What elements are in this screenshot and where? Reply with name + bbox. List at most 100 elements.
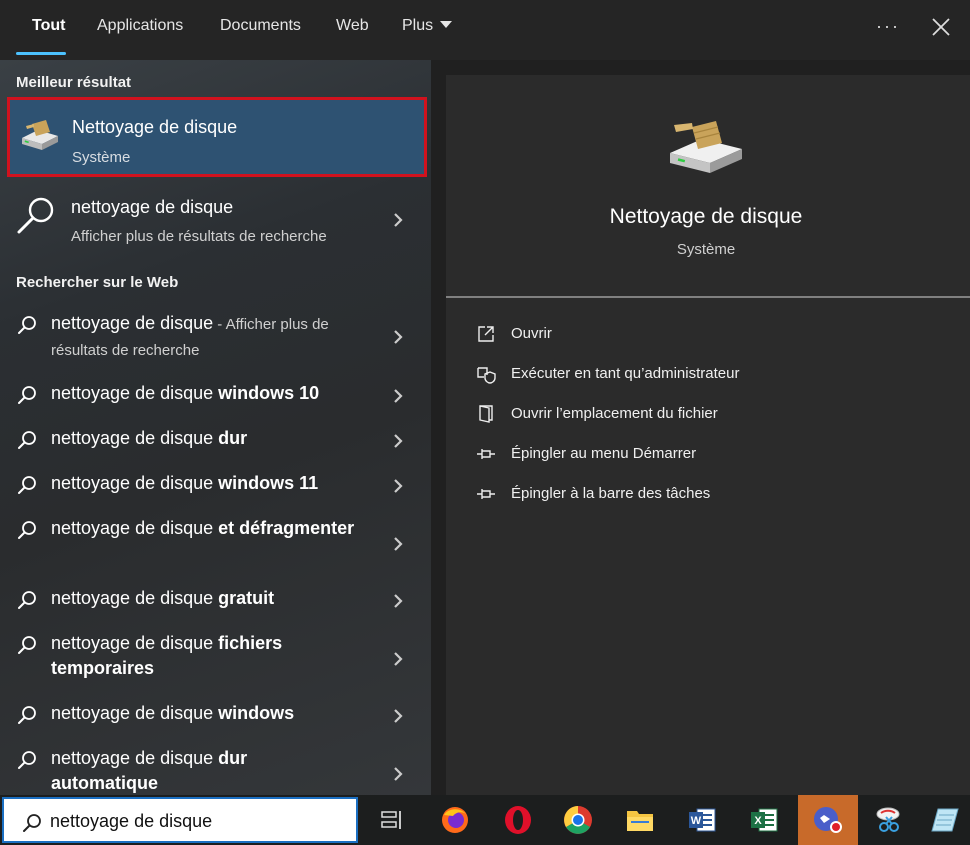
search-icon [18,706,36,724]
word-button[interactable]: W [674,795,730,845]
tab-all[interactable]: Tout [32,17,65,35]
web-result-bold: gratuit [218,588,275,608]
snipping-tool-button[interactable] [862,795,918,845]
file-explorer-button[interactable] [612,795,668,845]
best-match-heading: Meilleur résultat [16,74,132,91]
screen-recorder-icon [814,807,842,833]
folder-icon [479,405,493,423]
open-action[interactable]: Ouvrir [474,319,914,349]
open-file-location-action[interactable]: Ouvrir l’emplacement du fichier [474,399,914,429]
search-input[interactable] [50,807,346,835]
firefox-button[interactable] [427,795,483,845]
excel-button[interactable]: X [736,795,792,845]
open-label: Ouvrir [511,325,552,342]
chevron-right-icon [394,709,403,723]
search-icon [18,636,36,654]
search-suggestion-item[interactable]: nettoyage de disque Afficher plus de rés… [0,182,431,257]
chrome-icon [564,806,592,834]
chevron-right-icon [394,652,403,666]
web-result-item[interactable]: nettoyage de disque windows 10 [0,378,431,418]
taskbar: W X [0,795,970,845]
shield-icon [477,367,496,384]
web-result-bold: windows 10 [218,383,320,403]
web-result-item[interactable]: nettoyage de disque dur automatique [0,743,431,795]
firefox-icon [442,807,468,833]
web-result-prefix: nettoyage de disque [51,633,219,653]
pin-to-taskbar-label: Épingler à la barre des tâches [511,485,711,502]
screen-recorder-button[interactable] [798,795,858,845]
web-result-item[interactable]: nettoyage de disque windows 11 [0,468,431,508]
chevron-right-icon [394,594,403,608]
task-view-icon [381,811,401,829]
web-result-text: nettoyage de disque et défragmenter [51,516,371,541]
web-result-item[interactable]: nettoyage de disque gratuit [0,583,431,623]
search-icon [18,476,36,494]
web-result-prefix: nettoyage de disque [51,703,219,723]
disk-cleanup-icon [22,120,58,150]
svg-text:X: X [754,815,762,827]
notepad-icon [931,808,959,832]
tab-web[interactable]: Web [336,17,369,35]
web-result-text: nettoyage de disque dur [51,426,371,451]
web-result-prefix: nettoyage de disque [51,588,219,608]
search-icon [17,197,54,234]
chevron-right-icon [394,389,403,403]
active-tab-indicator [16,52,66,55]
tab-more[interactable]: Plus [402,17,453,35]
web-result-text: nettoyage de disque - Afficher plus de r… [51,311,371,363]
search-icon [18,431,36,449]
more-options-button[interactable]: ··· [876,16,900,37]
open-file-location-label: Ouvrir l’emplacement du fichier [511,405,718,422]
web-result-item[interactable]: nettoyage de disque dur [0,423,431,463]
web-result-prefix: nettoyage de disque [51,383,219,403]
search-icon [18,316,36,334]
pin-to-start-label: Épingler au menu Démarrer [511,445,697,462]
opera-button[interactable] [490,795,546,845]
pin-to-taskbar-action[interactable]: Épingler à la barre des tâches [474,479,914,509]
details-pane: Nettoyage de disque Système Ouvrir Exécu… [446,75,970,795]
chevron-right-icon [394,767,403,781]
suggestion-subtitle: Afficher plus de résultats de recherche [71,228,327,245]
web-result-item[interactable]: nettoyage de disque fichiers temporaires [0,628,431,690]
best-match-title: Nettoyage de disque [72,117,238,137]
run-as-admin-action[interactable]: Exécuter en tant qu’administrateur [474,359,914,389]
caret-down-icon [440,21,453,28]
suggestion-title: nettoyage de disque [71,197,234,217]
search-icon [18,751,36,769]
disk-cleanup-icon [670,121,742,173]
chevron-right-icon [394,213,403,227]
search-scope-tabs: Tout Applications Documents Web Plus ··· [0,0,970,60]
chevron-right-icon [394,479,403,493]
tab-applications[interactable]: Applications [97,17,183,35]
web-result-prefix: nettoyage de disque [51,748,219,768]
task-view-button[interactable] [364,795,420,845]
web-result-prefix: nettoyage de disque [51,518,219,538]
web-result-text: nettoyage de disque fichiers temporaires [51,631,341,681]
tab-documents[interactable]: Documents [220,17,301,35]
web-result-item[interactable]: nettoyage de disque et défragmenter [0,513,431,575]
web-result-bold: dur [218,428,248,448]
pin-icon [477,449,495,459]
pin-to-start-action[interactable]: Épingler au menu Démarrer [474,439,914,469]
chrome-button[interactable] [550,795,606,845]
web-search-heading: Rechercher sur le Web [16,274,179,291]
details-title: Nettoyage de disque [609,205,803,228]
web-result-item[interactable]: nettoyage de disque windows [0,698,431,738]
word-icon: W [689,808,716,832]
close-icon[interactable] [928,14,954,40]
search-icon [23,814,41,832]
chevron-right-icon [394,434,403,448]
web-result-item[interactable]: nettoyage de disque - Afficher plus de r… [0,305,431,367]
best-match-item[interactable]: Nettoyage de disque Système [7,97,427,177]
open-icon [478,326,494,342]
web-result-prefix: nettoyage de disque [51,473,219,493]
taskbar-search-box[interactable] [2,797,358,843]
tab-more-label: Plus [402,17,434,34]
web-result-query: nettoyage de disque [51,313,214,333]
web-result-prefix: nettoyage de disque [51,428,219,448]
notepad-button[interactable] [920,795,970,845]
web-result-bold: et défragmenter [218,518,355,538]
chevron-right-icon [394,537,403,551]
results-pane: Meilleur résultat Nettoyage de disque Sy… [0,60,431,795]
divider [446,296,970,298]
